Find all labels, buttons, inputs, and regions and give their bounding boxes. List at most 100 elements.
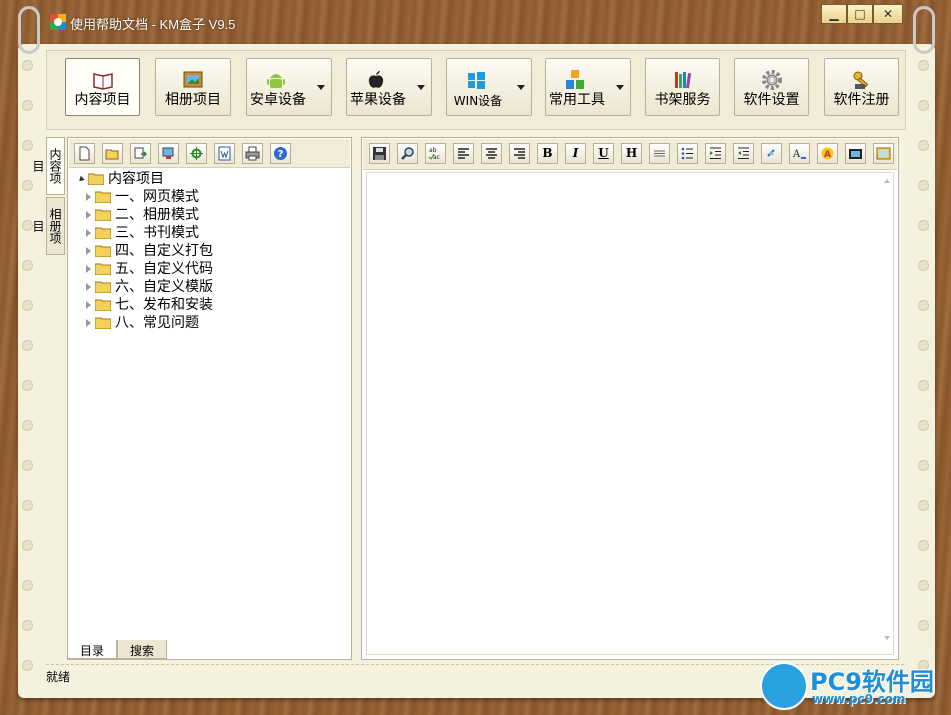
help-button[interactable]: ? [270, 143, 291, 164]
export-button[interactable] [158, 143, 179, 164]
font-icon: A [792, 149, 806, 160]
print-icon [245, 146, 260, 161]
tree-item[interactable]: 五、自定义代码 [78, 260, 213, 278]
tree-item-label: 一、网页模式 [115, 189, 199, 205]
save-icon [373, 147, 386, 160]
app-icon [50, 14, 66, 30]
common-tools-button[interactable]: 常用工具 [545, 58, 631, 116]
word-icon [218, 146, 231, 161]
print-button[interactable] [242, 143, 263, 164]
save-button[interactable] [369, 143, 390, 164]
folder-icon [95, 263, 111, 275]
editor-scrollbar[interactable] [881, 173, 893, 654]
svg-text:A: A [792, 149, 801, 160]
close-button[interactable]: ✕ [873, 4, 903, 24]
editor-toolbar: ab ac B I U H A A [363, 139, 897, 170]
collapse-triangle-icon[interactable] [86, 193, 91, 201]
bottom-tabs: 目录 搜索 [67, 640, 168, 660]
software-register-label: 软件注册 [833, 92, 890, 108]
tree-item[interactable]: 八、常见问题 [78, 314, 213, 332]
software-register-button[interactable]: 软件注册 [824, 58, 899, 116]
bullet-list-icon [681, 147, 693, 160]
locate-icon [190, 147, 203, 160]
align-right-button[interactable] [509, 143, 530, 164]
maximize-button[interactable]: □ [847, 4, 873, 24]
bookshelf-service-label: 书架服务 [654, 92, 711, 108]
folder-icon [95, 191, 111, 203]
svg-text:ac: ac [433, 154, 440, 161]
collapse-triangle-icon[interactable] [86, 319, 91, 327]
apple-device-button[interactable]: 苹果设备 [346, 58, 432, 116]
book-icon [92, 73, 113, 90]
chevron-down-icon [616, 85, 624, 90]
word-button[interactable] [214, 143, 235, 164]
heading-button[interactable]: H [621, 143, 642, 164]
tree-item[interactable]: 六、自定义模版 [78, 278, 213, 296]
horizontal-rule-button[interactable] [649, 143, 670, 164]
font-color-button[interactable]: A [817, 143, 838, 164]
image-icon [876, 147, 891, 160]
directory-panel: ? 内容项目 一、网页模式 二、相册模式 三、书刊模式 四、自定义打包 五、自定… [67, 137, 352, 660]
side-tab-album[interactable]: 相册项目 [31, 197, 65, 255]
album-project-label: 相册项目 [165, 92, 221, 108]
collapse-triangle-icon[interactable] [86, 211, 91, 219]
folder-icon [95, 299, 111, 311]
software-settings-button[interactable]: 软件设置 [734, 58, 809, 116]
tab-search[interactable]: 搜索 [117, 640, 168, 659]
scroll-up-icon[interactable] [884, 179, 890, 183]
indent-button[interactable] [705, 143, 726, 164]
tree-item[interactable]: 三、书刊模式 [78, 224, 213, 242]
find-icon [401, 147, 414, 160]
tree-item[interactable]: 七、发布和安装 [78, 296, 213, 314]
expand-triangle-icon[interactable] [77, 175, 85, 183]
font-button[interactable]: A [789, 143, 810, 164]
tree-item[interactable]: 四、自定义打包 [78, 242, 213, 260]
align-center-button[interactable] [481, 143, 502, 164]
collapse-triangle-icon[interactable] [86, 301, 91, 309]
italic-button[interactable]: I [565, 143, 586, 164]
side-tab-content[interactable]: 内容项目 [31, 137, 65, 195]
minimize-button[interactable]: ▁ [821, 4, 847, 24]
collapse-triangle-icon[interactable] [86, 265, 91, 273]
binder-ring-left [18, 6, 40, 54]
scroll-down-icon[interactable] [884, 636, 890, 640]
spellcheck-button[interactable]: ab ac [425, 143, 446, 164]
import-icon [134, 147, 148, 159]
open-folder-button[interactable] [102, 143, 123, 164]
align-left-button[interactable] [453, 143, 474, 164]
tree-item[interactable]: 二、相册模式 [78, 206, 213, 224]
collapse-triangle-icon[interactable] [86, 247, 91, 255]
indent-icon [710, 147, 721, 159]
new-file-icon [79, 146, 90, 161]
win-device-button[interactable]: WIN设备 [446, 58, 532, 116]
bold-button[interactable]: B [537, 143, 558, 164]
collapse-triangle-icon[interactable] [86, 229, 91, 237]
insert-media-button[interactable] [845, 143, 866, 164]
underline-button[interactable]: U [593, 143, 614, 164]
insert-link-button[interactable] [761, 143, 782, 164]
new-file-button[interactable] [74, 143, 95, 164]
locate-button[interactable] [186, 143, 207, 164]
tab-directory[interactable]: 目录 [67, 640, 118, 659]
find-button[interactable] [397, 143, 418, 164]
outdent-button[interactable] [733, 143, 754, 164]
tree-item[interactable]: 一、网页模式 [78, 188, 213, 206]
title-bar[interactable]: 使用帮助文档 - KM盒子 V9.5 ▁ □ ✕ [0, 0, 951, 44]
bookshelf-service-button[interactable]: 书架服务 [645, 58, 720, 116]
content-project-button[interactable]: 内容项目 [65, 58, 140, 116]
binder-holes-right [918, 60, 929, 700]
android-device-label: 安卓设备 [250, 92, 306, 108]
android-device-button[interactable]: 安卓设备 [246, 58, 332, 116]
common-tools-label: 常用工具 [549, 92, 605, 108]
tree-root[interactable]: 内容项目 [77, 170, 213, 188]
folder-icon [88, 173, 104, 185]
tree-item-label: 五、自定义代码 [115, 261, 213, 277]
bullet-list-button[interactable] [677, 143, 698, 164]
directory-tree: 内容项目 一、网页模式 二、相册模式 三、书刊模式 四、自定义打包 五、自定义代… [77, 170, 213, 332]
content-editor[interactable] [366, 172, 894, 655]
android-icon [267, 74, 285, 88]
album-project-button[interactable]: 相册项目 [155, 58, 231, 116]
collapse-triangle-icon[interactable] [86, 283, 91, 291]
import-button[interactable] [130, 143, 151, 164]
insert-image-button[interactable] [873, 143, 894, 164]
